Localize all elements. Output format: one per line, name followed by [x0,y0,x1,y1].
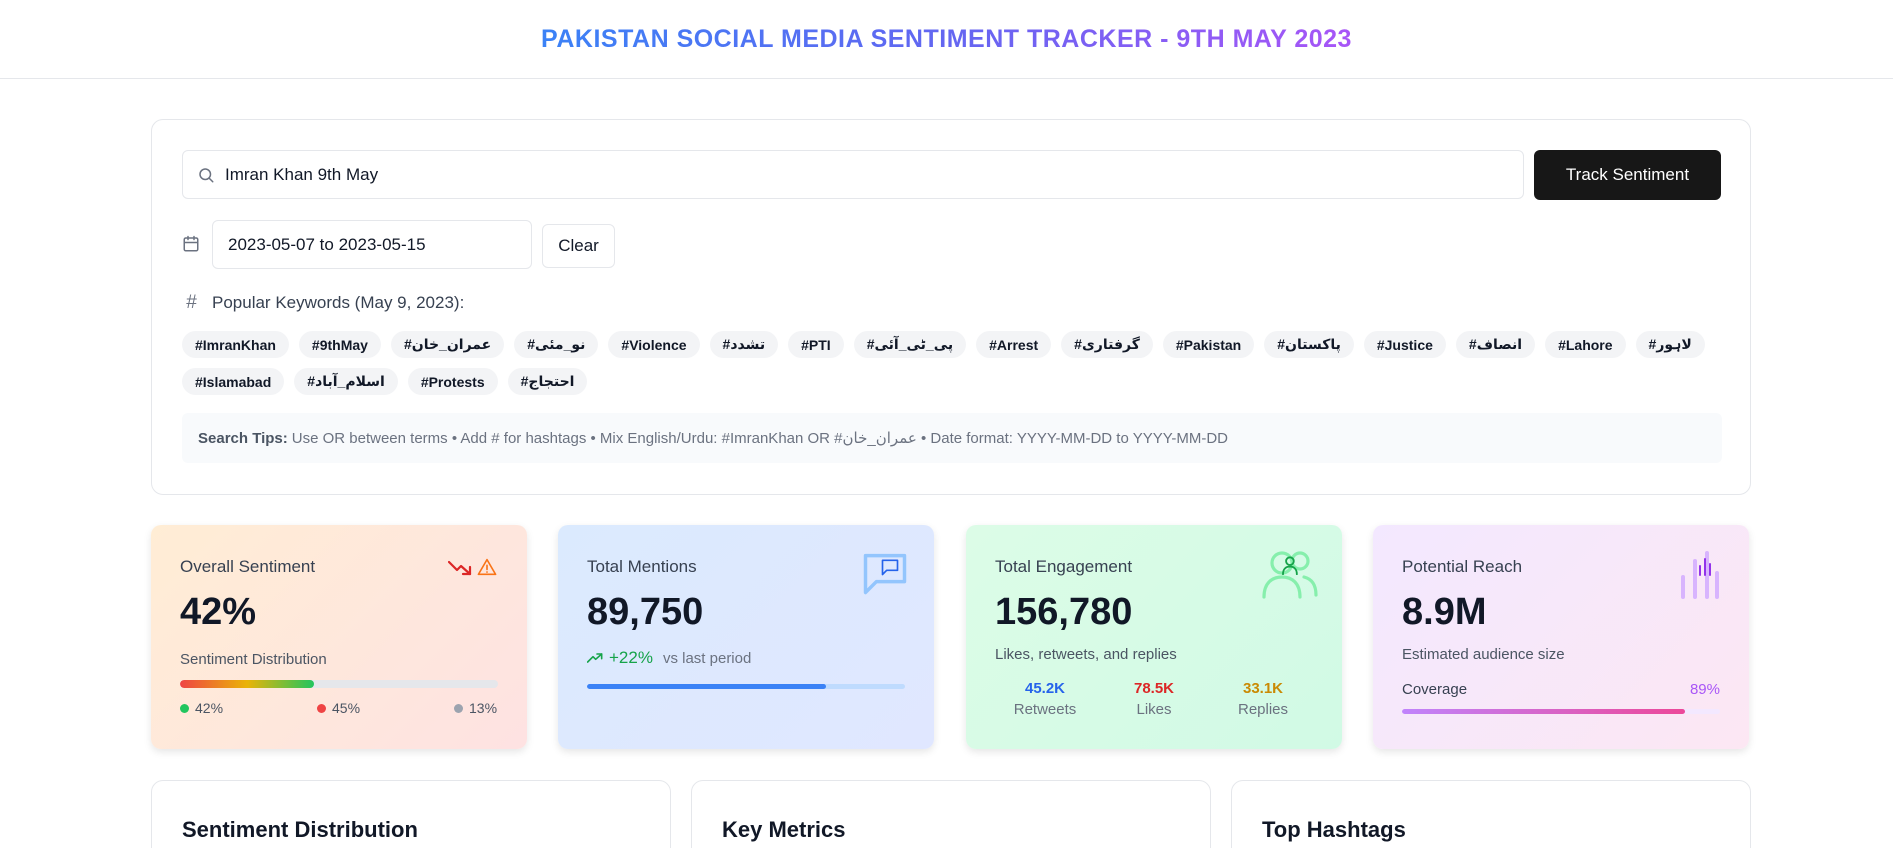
card-title: Potential Reach [1402,557,1523,576]
keyword-chip[interactable]: #پاکستان [1264,331,1354,358]
sentiment-distribution-label: Sentiment Distribution [180,651,327,668]
track-sentiment-button[interactable]: Track Sentiment [1534,150,1721,200]
top-hashtags-section: Top Hashtags [1231,780,1751,848]
keyword-chip[interactable]: #اسلام_آباد [294,368,398,395]
mentions-progress-fill [587,684,826,689]
coverage-fill [1402,709,1686,714]
popular-keywords-title: Popular Keywords (May 9, 2023): [212,293,465,312]
mentions-progress-bar [587,684,905,689]
message-icon-inner [881,559,899,576]
sentiment-distribution-section: Sentiment Distribution [151,780,671,848]
keyword-chip[interactable]: #تشدد [709,331,779,358]
keyword-chip[interactable]: #Protests [407,368,498,395]
reach-subtitle: Estimated audience size [1402,646,1565,663]
sentiment-value: 42% [180,591,257,633]
section-title: Key Metrics [722,817,846,842]
engagement-breakdown: 45.2K Retweets 78.5K Likes 33.1K Replies [995,680,1313,718]
date-range-input[interactable]: 2023-05-07 to 2023-05-15 [212,220,532,269]
keyword-chip[interactable]: #9thMay [298,331,381,358]
engagement-stat-retweets: 45.2K Retweets [995,680,1095,718]
search-tips-text: Use OR between terms • Add # for hashtag… [291,430,1228,447]
card-title: Total Engagement [995,557,1133,576]
keyword-chip[interactable]: #لاہور [1635,331,1705,358]
keyword-chip[interactable]: #عمران_خان [390,331,505,358]
reach-value: 8.9M [1402,591,1487,633]
section-title: Sentiment Distribution [182,817,418,842]
keyword-chip[interactable]: #PTI [788,331,844,358]
engagement-stat-label: Likes [1136,701,1172,718]
neutral-dot [454,703,463,713]
sentiment-distribution-fill [180,680,314,688]
search-icon [199,167,214,182]
warning-icon [477,558,497,576]
card-title: Overall Sentiment [180,557,316,576]
search-panel: Imran Khan 9th May Track Sentiment 2023-… [151,119,1751,495]
total-engagement-card: Total Engagement 156,780 Likes, retweets… [966,525,1342,749]
engagement-stat-value: 78.5K [1133,680,1175,697]
negative-dot [317,703,326,713]
card-title: Total Mentions [587,557,697,576]
engagement-stat-value: 33.1K [1242,680,1284,697]
neutral-legend: 13% [454,700,497,716]
engagement-stat-replies: 33.1K Replies [1213,680,1313,718]
keyword-chip[interactable]: #گرفتاری [1061,331,1153,358]
users-icon-inner [1282,556,1298,575]
keyword-chip[interactable]: #ImranKhan [182,331,289,358]
keyword-chip[interactable]: #Arrest [976,331,1052,358]
mentions-change-suffix: vs last period [662,649,752,667]
mentions-trend: +22% vs last period [587,648,751,668]
engagement-stat-value: 45.2K [1024,680,1066,697]
search-input-value: Imran Khan 9th May [225,164,379,184]
potential-reach-card: Potential Reach 8.9M Estimated audience … [1373,525,1749,749]
page-header: PAKISTAN SOCIAL MEDIA SENTIMENT TRACKER … [0,0,1893,79]
trending-down-icon [448,560,472,576]
positive-legend: 42% [180,700,223,716]
engagement-stat-label: Retweets [1013,701,1077,718]
clear-button[interactable]: Clear [542,224,615,268]
coverage-row: Coverage 89% [1402,681,1720,698]
keyword-chip[interactable]: #Violence [608,331,700,358]
engagement-subtitle: Likes, retweets, and replies [995,646,1177,663]
keyword-chip-list: #ImranKhan #9thMay #عمران_خان #نو_مئی #Viole… [182,331,1742,395]
trending-up-icon [587,653,603,663]
keyword-chip[interactable]: #نو_مئی [514,331,599,358]
sentiment-distribution-bar [180,680,498,688]
negative-value: 45% [332,700,361,716]
engagement-stat-likes: 78.5K Likes [1104,680,1204,718]
bar-chart-icon-inner [1699,558,1711,576]
keyword-chip[interactable]: #انصاف [1455,331,1536,358]
positive-value: 42% [195,700,224,716]
keyword-chip[interactable]: #پی_ٹی_آئی [853,331,967,358]
positive-dot [180,703,189,713]
section-title: Top Hashtags [1262,817,1406,842]
mentions-value: 89,750 [587,591,704,633]
coverage-bar [1402,709,1720,714]
keyword-chip[interactable]: #Islamabad [182,368,285,395]
negative-legend: 45% [317,700,360,716]
popular-keywords-header: # Popular Keywords (May 9, 2023): [183,292,464,314]
calendar-icon [183,235,199,252]
total-mentions-card: Total Mentions 89,750 +22% vs last perio… [558,525,934,749]
search-input[interactable]: Imran Khan 9th May [182,150,1524,199]
keyword-chip[interactable]: #Pakistan [1162,331,1255,358]
keyword-chip[interactable]: #Justice [1363,331,1446,358]
key-metrics-section: Key Metrics [691,780,1211,848]
keyword-chip[interactable]: #احتجاج [507,368,588,395]
engagement-value: 156,780 [995,591,1133,633]
coverage-label: Coverage [1402,681,1468,698]
overall-sentiment-card: Overall Sentiment 42% Sentiment Distribu… [151,525,527,749]
hash-icon: # [186,292,197,313]
app-title: PAKISTAN SOCIAL MEDIA SENTIMENT TRACKER … [541,24,1352,53]
keyword-chip[interactable]: #Lahore [1545,331,1626,358]
neutral-value: 13% [469,700,498,716]
engagement-stat-label: Replies [1237,701,1289,718]
search-tips-label: Search Tips: [198,429,288,447]
search-tips: Search Tips: Use OR between terms • Add … [182,413,1722,463]
coverage-percent: 89% [1689,681,1720,698]
mentions-change: +22% [609,648,653,667]
